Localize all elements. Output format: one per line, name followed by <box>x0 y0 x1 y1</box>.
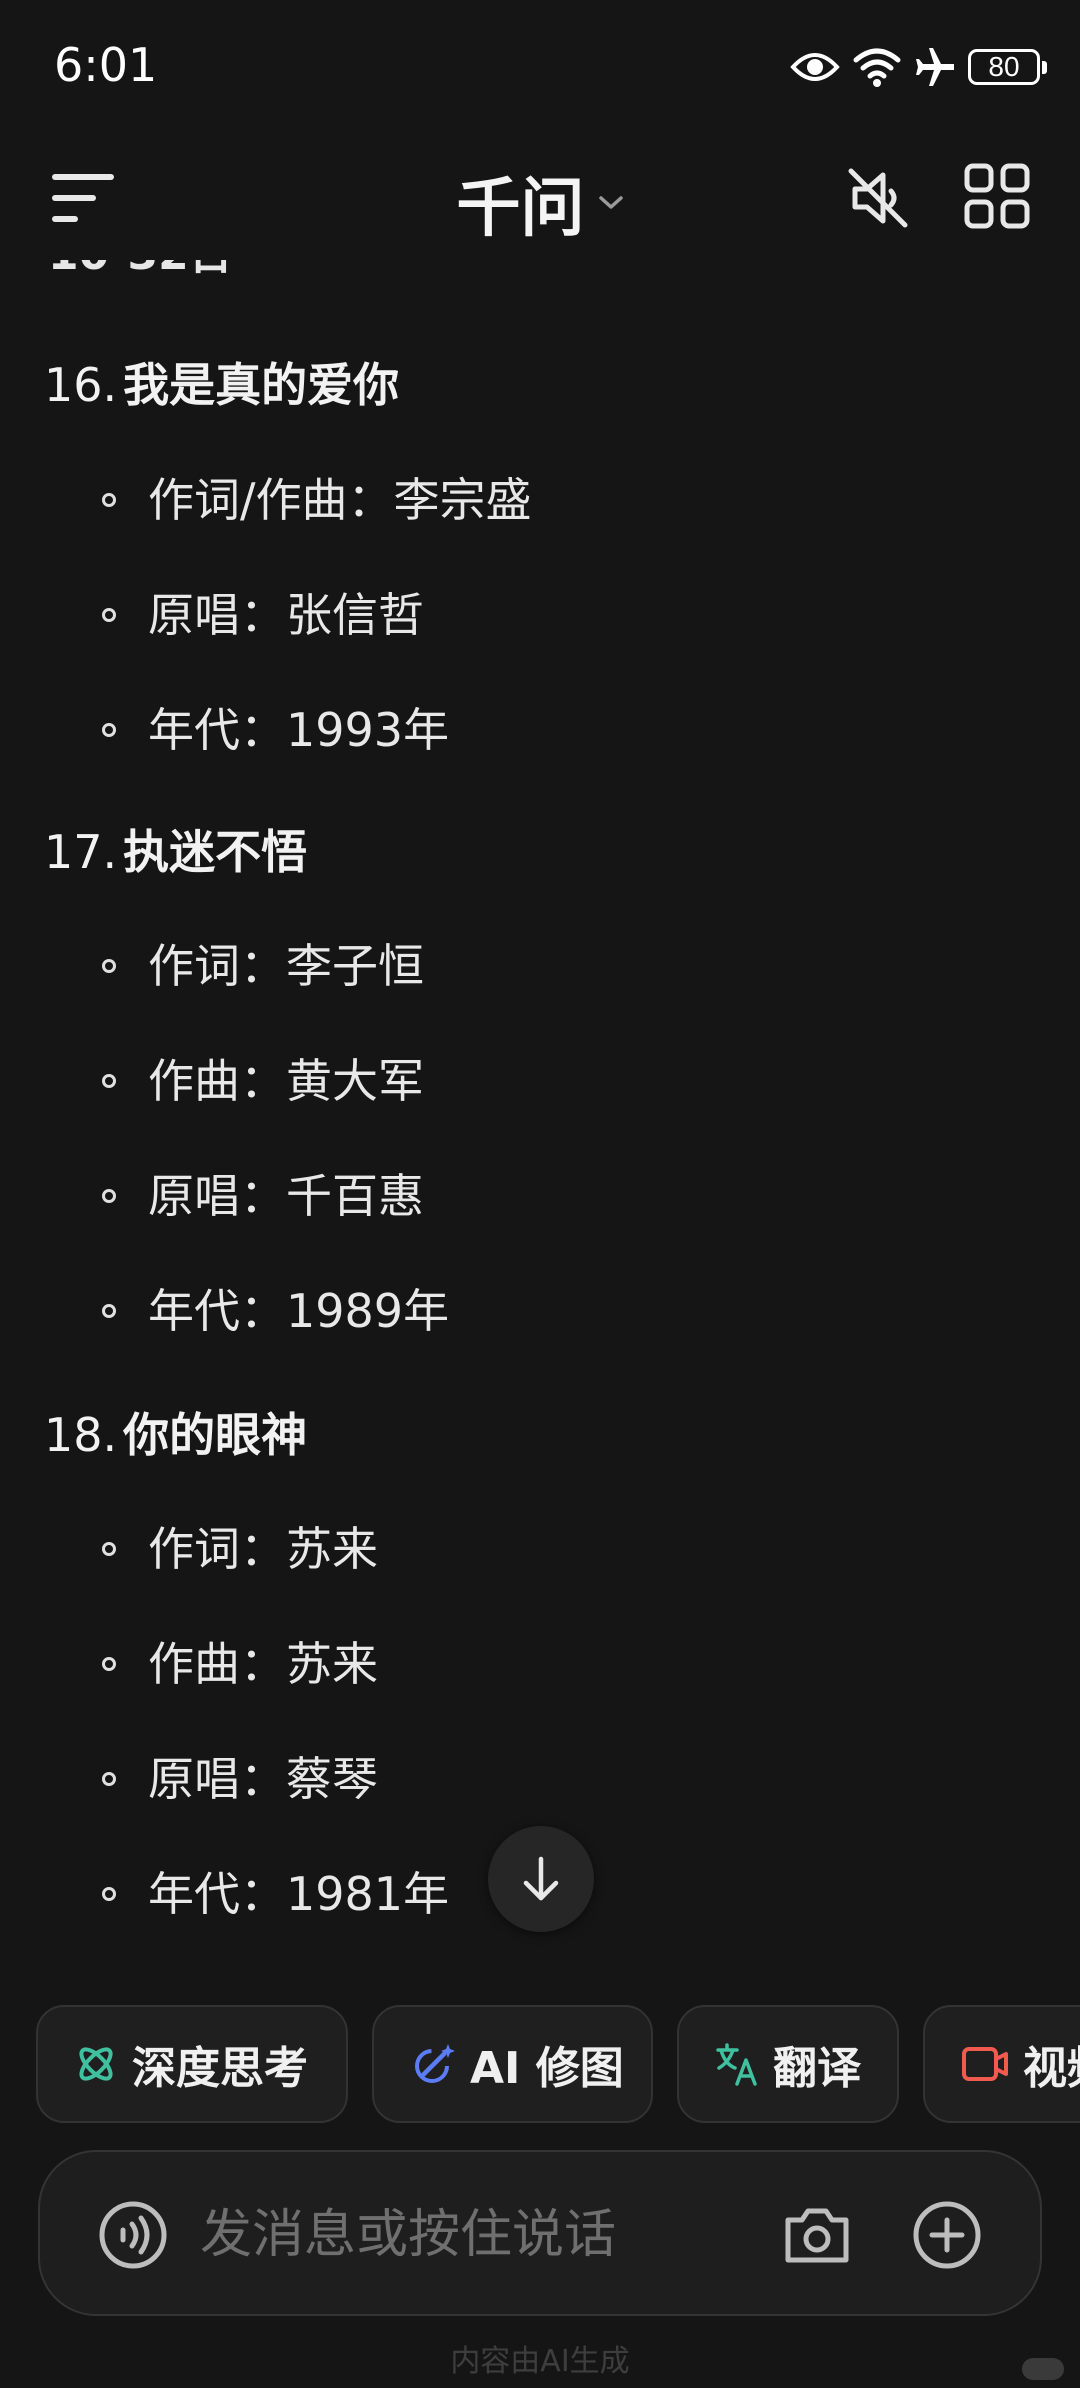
song-title: 17. 执迷不悟 <box>44 822 1044 882</box>
message-input[interactable] <box>198 2192 672 2278</box>
speaker-muted-icon[interactable] <box>845 165 911 231</box>
battery-icon: 80 <box>968 49 1047 85</box>
song-detail: 原唱：千百惠 <box>102 1166 424 1226</box>
song-title-text: 执迷不悟 <box>123 825 308 879</box>
chevron-down-icon <box>598 196 623 209</box>
translate-button[interactable]: 翻译 <box>677 2005 899 2123</box>
song-title-text: 你的眼神 <box>123 1408 308 1462</box>
status-icons: 80 <box>790 40 1047 94</box>
chip-label: 深度思考 <box>132 2043 308 2094</box>
song-detail: 年代：1993年 <box>101 700 449 760</box>
arrow-down-icon <box>523 1856 559 1901</box>
song-detail: 作曲：苏来 <box>102 1634 378 1694</box>
ai-edit-button[interactable]: AI 修图 <box>372 2005 653 2123</box>
chip-label: AI 修图 <box>470 2043 624 2094</box>
song-title: 18. 你的眼神 <box>44 1405 1044 1465</box>
song-detail: 作词/作曲：李宗盛 <box>102 470 532 530</box>
camera-icon[interactable] <box>782 2200 852 2270</box>
translate-icon <box>716 2043 757 2086</box>
song-title: 16. 我是真的爱你 <box>44 355 1044 415</box>
song-item: 18. 你的眼神 <box>44 1405 1044 1465</box>
song-number: 17. <box>44 825 118 879</box>
magic-edit-icon <box>415 2044 455 2083</box>
chip-label: 视频 <box>1023 2043 1080 2094</box>
ai-generated-notice: 内容由AI生成 <box>450 2344 630 2379</box>
song-detail: 作曲：黄大军 <box>102 1051 424 1111</box>
wifi-icon <box>853 48 901 87</box>
title-selector[interactable]: 千问 <box>0 157 1080 249</box>
watermark-badge <box>1022 2358 1064 2380</box>
song-detail: 原唱：张信哲 <box>102 585 424 645</box>
atom-icon <box>79 2047 113 2081</box>
deep-thinking-button[interactable]: 深度思考 <box>36 2005 348 2123</box>
eye-icon <box>790 53 840 81</box>
song-number: 16. <box>44 358 118 412</box>
scroll-to-bottom-button[interactable] <box>488 1826 594 1932</box>
song-detail: 年代：1989年 <box>101 1281 449 1341</box>
video-button[interactable]: 视频 <box>923 2005 1080 2123</box>
airplane-icon <box>916 48 954 86</box>
song-detail: 作词：李子恒 <box>102 936 424 996</box>
grid-icon[interactable] <box>964 163 1030 229</box>
app-title: 千问 <box>456 172 585 246</box>
song-item: 17. 执迷不悟 <box>44 822 1044 882</box>
plus-circle-icon[interactable] <box>912 2200 982 2270</box>
song-detail: 作词：苏来 <box>102 1519 378 1579</box>
voice-icon[interactable] <box>98 2200 168 2270</box>
message-bar <box>38 2150 1042 2316</box>
app-header: 千问 <box>0 135 1080 260</box>
chip-label: 翻译 <box>773 2043 861 2094</box>
song-number: 18. <box>44 1408 118 1462</box>
song-detail: 年代：1981年 <box>101 1864 449 1924</box>
status-bar: 6:01 80 <box>0 0 1080 135</box>
status-time: 6:01 <box>54 38 158 92</box>
quick-actions: 深度思考 AI 修图 翻译 视频 <box>0 2005 1080 2125</box>
song-detail: 原唱：蔡琴 <box>102 1749 378 1809</box>
song-item: 16. 我是真的爱你 <box>44 355 1044 415</box>
video-icon <box>962 2047 1008 2081</box>
song-title-text: 我是真的爱你 <box>123 358 400 412</box>
